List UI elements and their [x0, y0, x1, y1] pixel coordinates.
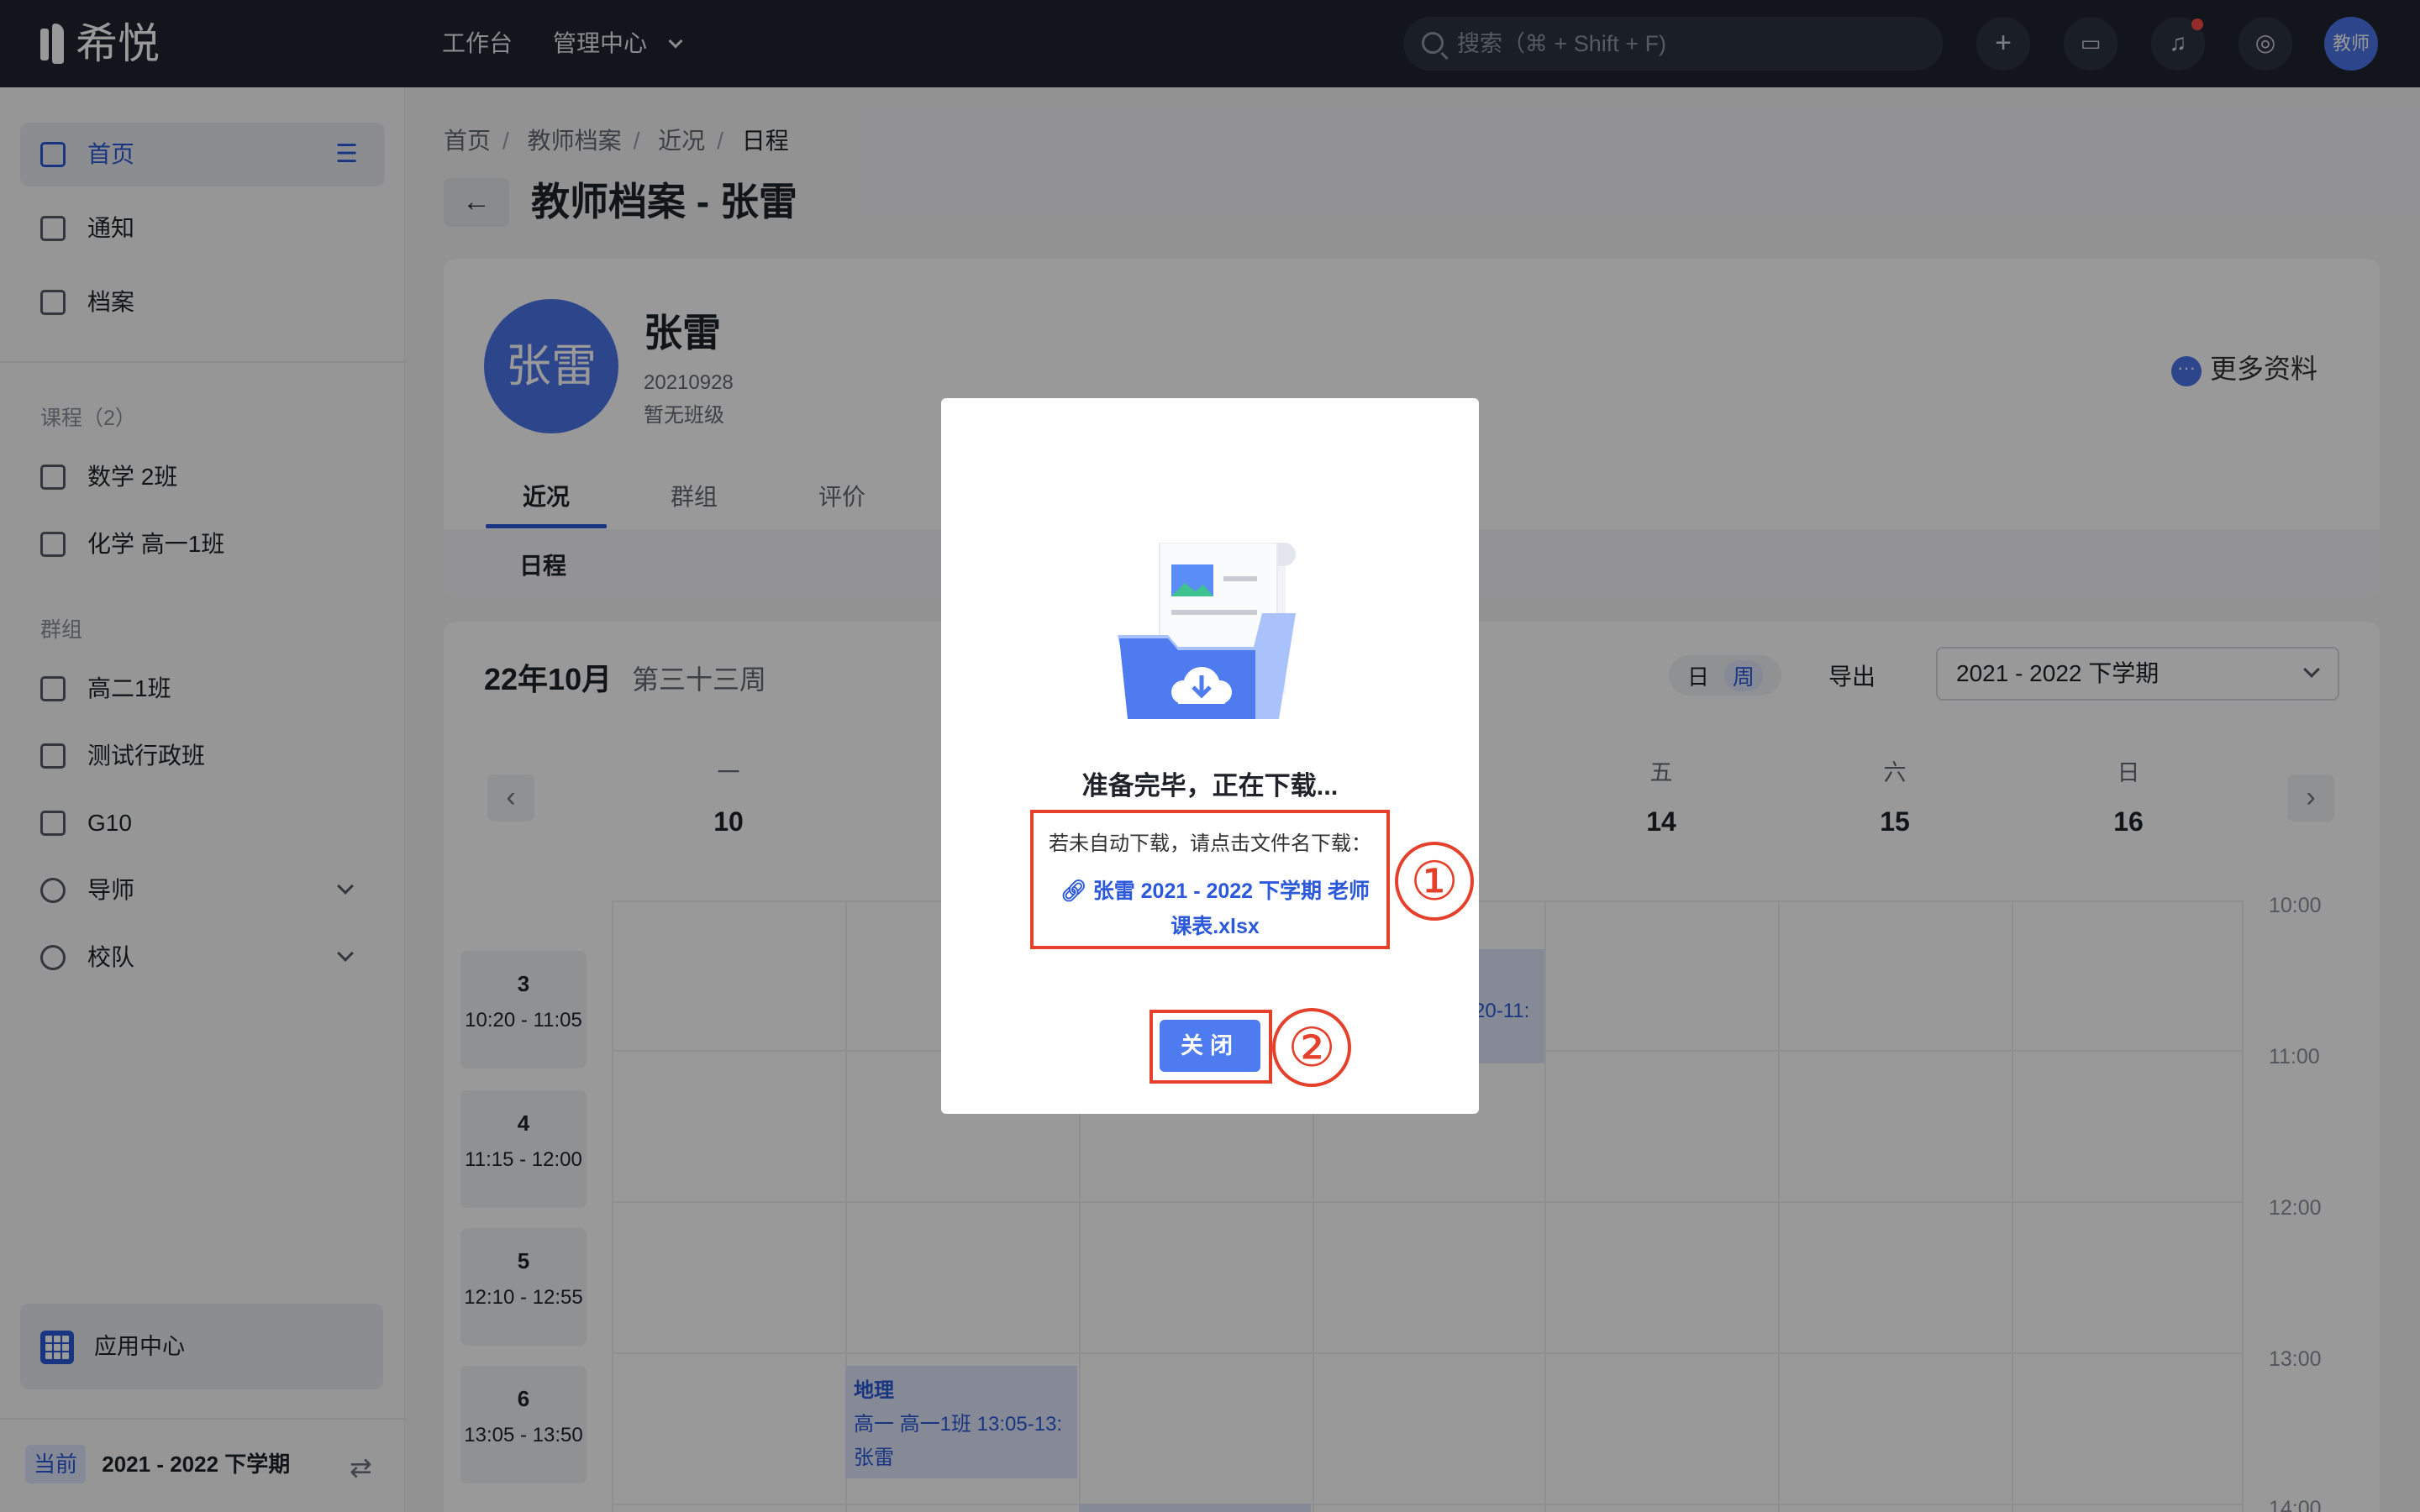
- file-name-line: 课表.xlsx: [1171, 915, 1260, 938]
- annotation-badge: ①: [1395, 842, 1474, 921]
- download-folder-icon: [1118, 543, 1296, 719]
- download-file-link[interactable]: 🔗︎ 张雷 2021 - 2022 下学期 老师 课表.xlsx: [1047, 874, 1383, 944]
- download-dialog: [941, 398, 1479, 1114]
- dialog-title: 准备完毕，正在下载...: [1081, 771, 1339, 801]
- file-name-line: 张雷 2021 - 2022 下学期 老师: [1092, 879, 1370, 903]
- dialog-hint: 若未自动下载，请点击文件名下载：: [1049, 832, 1371, 855]
- close-button[interactable]: 关闭: [1160, 1020, 1260, 1072]
- annotation-badge: ②: [1272, 1008, 1351, 1087]
- paperclip-icon: 🔗︎: [1060, 879, 1093, 903]
